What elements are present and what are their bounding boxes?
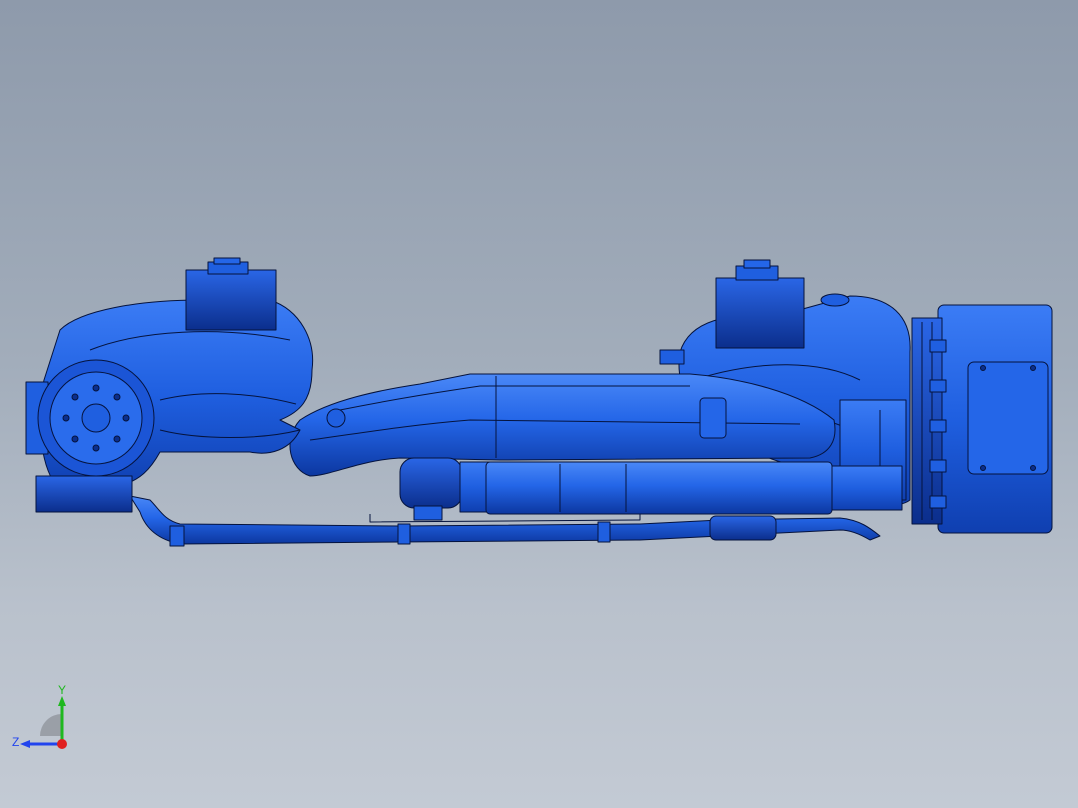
- upper-arm[interactable]: [289, 373, 836, 477]
- x-axis-dot: [57, 739, 67, 749]
- z-axis-label: Z: [12, 735, 19, 749]
- robot-arm-model[interactable]: [0, 0, 1078, 808]
- wrist-flange[interactable]: [37, 359, 155, 477]
- triad-quadrant: [40, 714, 62, 736]
- y-axis-arrowhead: [58, 696, 66, 706]
- base-motor-housing[interactable]: [911, 304, 1053, 534]
- y-axis-label: Y: [58, 684, 66, 697]
- graphics-viewport[interactable]: Y Z: [0, 0, 1078, 808]
- balancer-cylinder[interactable]: [399, 457, 903, 521]
- z-axis-arrowhead: [20, 740, 30, 748]
- coordinate-triad: Y Z: [12, 684, 67, 749]
